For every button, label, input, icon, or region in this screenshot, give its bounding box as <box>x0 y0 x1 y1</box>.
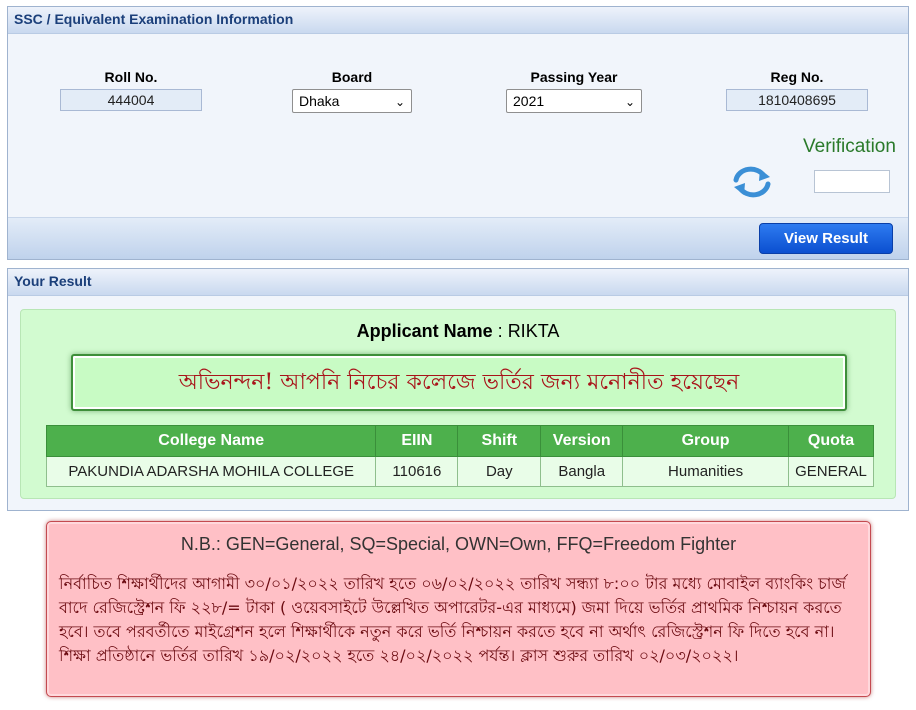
year-select-value: 2021 <box>513 93 545 109</box>
year-select[interactable]: 2021 ⌄ <box>506 89 642 113</box>
ssc-panel-title: SSC / Equivalent Examination Information <box>8 7 908 34</box>
roll-field: Roll No. 444004 <box>60 69 202 111</box>
ssc-info-panel: SSC / Equivalent Examination Information… <box>7 6 909 260</box>
verification-label: Verification <box>803 136 896 157</box>
reg-label: Reg No. <box>770 69 824 85</box>
th-college-name: College Name <box>45 425 377 457</box>
notice-box: N.B.: GEN=General, SQ=Special, OWN=Own, … <box>46 521 871 697</box>
roll-input[interactable]: 444004 <box>60 89 202 111</box>
reg-field: Reg No. 1810408695 <box>726 69 868 111</box>
year-label: Passing Year <box>530 69 618 85</box>
board-select[interactable]: Dhaka ⌄ <box>292 89 412 113</box>
cell-eiin: 110616 <box>375 456 459 487</box>
th-shift: Shift <box>457 425 542 457</box>
verification-input[interactable] <box>814 170 890 193</box>
result-panel-title: Your Result <box>8 269 908 296</box>
th-eiin: EIIN <box>375 425 459 457</box>
notice-text: নির্বাচিত শিক্ষার্থীদের আগামী ৩০/০১/২০২২… <box>59 574 846 665</box>
th-version: Version <box>540 425 624 457</box>
cell-quota: GENERAL <box>787 456 875 487</box>
ssc-panel-footer: View Result <box>8 217 908 259</box>
college-table: College Name EIIN Shift Version Group Qu… <box>45 425 875 487</box>
th-quota: Quota <box>787 425 875 457</box>
applicant-name-line: Applicant Name : RIKTA <box>21 321 895 342</box>
congratulations-banner: অভিনন্দন! আপনি নিচের কলেজে ভর্তির জন্য ম… <box>71 354 847 411</box>
applicant-separator: : <box>492 321 508 341</box>
reg-input[interactable]: 1810408695 <box>726 89 868 111</box>
roll-label: Roll No. <box>104 69 158 85</box>
view-result-button[interactable]: View Result <box>759 223 893 254</box>
notice-title: N.B.: GEN=General, SQ=Special, OWN=Own, … <box>180 534 737 554</box>
cell-shift: Day <box>457 456 542 487</box>
table-row: PAKUNDIA ADARSHA MOHILA COLLEGE 110616 D… <box>45 456 875 487</box>
cell-college-name: PAKUNDIA ADARSHA MOHILA COLLEGE <box>45 456 377 487</box>
board-select-value: Dhaka <box>299 93 340 109</box>
applicant-name: RIKTA <box>507 321 560 341</box>
cell-group: Humanities <box>622 456 789 487</box>
result-panel: Your Result Applicant Name : RIKTA অভিনন… <box>7 268 909 511</box>
applicant-label: Applicant Name <box>356 321 493 341</box>
board-label: Board <box>331 69 373 85</box>
result-box: Applicant Name : RIKTA অভিনন্দন! আপনি নি… <box>20 309 896 499</box>
table-header-row: College Name EIIN Shift Version Group Qu… <box>45 425 875 457</box>
chevron-down-icon: ⌄ <box>624 95 635 109</box>
cell-version: Bangla <box>540 456 624 487</box>
chevron-down-icon: ⌄ <box>394 95 405 109</box>
board-field: Board Dhaka ⌄ <box>292 69 412 113</box>
refresh-icon[interactable] <box>730 165 774 199</box>
year-field: Passing Year 2021 ⌄ <box>506 69 642 113</box>
th-group: Group <box>622 425 789 457</box>
